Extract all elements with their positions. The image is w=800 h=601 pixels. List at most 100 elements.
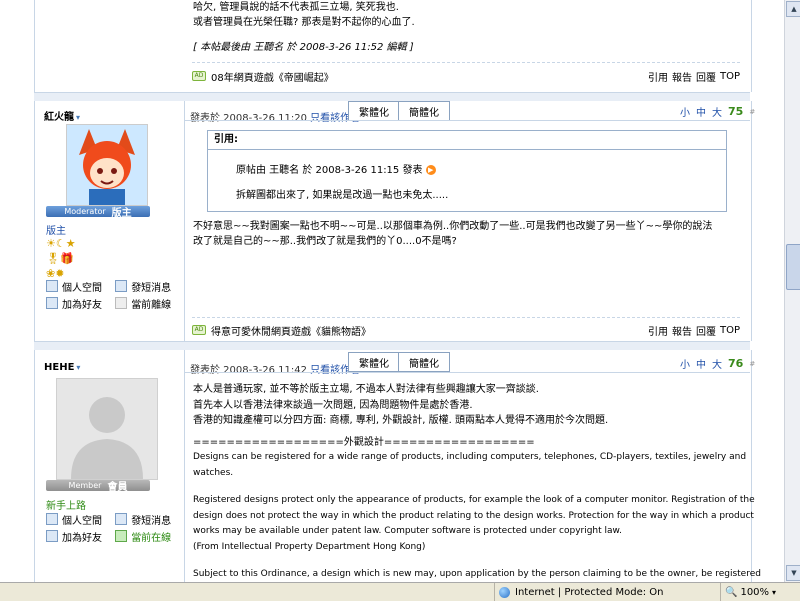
- body-line: 首先本人以香港法律來談過一次問題, 因為問題物件是處於香港.: [193, 399, 473, 411]
- post-signature[interactable]: AD 得意可愛休閒網頁遊戲《貓熊物語》: [192, 319, 371, 341]
- reply-button[interactable]: 回覆: [696, 323, 716, 338]
- floor-info: 小 中 大 75 #: [680, 104, 756, 119]
- pm-link[interactable]: 發短消息: [131, 283, 171, 294]
- font-large[interactable]: 大: [712, 104, 722, 119]
- status-bar: Internet | Protected Mode: On 🔍 100% ▾: [0, 582, 800, 601]
- post-meta: 發表於 2008-3-26 11:20 只看該作者: [190, 113, 361, 124]
- top-button[interactable]: TOP: [720, 325, 740, 336]
- user-links: 個人空間 發短消息 加為好友 當前在線: [46, 513, 171, 547]
- ad-icon: AD: [192, 71, 206, 81]
- add-friend-icon: [46, 530, 58, 542]
- avatar[interactable]: [56, 378, 158, 480]
- medal-icons: ☀☾★: [46, 237, 76, 250]
- font-small[interactable]: 小: [680, 104, 690, 119]
- medal-icons: ❀✹: [46, 267, 65, 280]
- online-status: 當前離線: [131, 300, 172, 311]
- tab-simplified[interactable]: 簡體化: [398, 352, 450, 372]
- home-icon: [46, 280, 58, 292]
- body-line: [193, 481, 743, 493]
- font-large[interactable]: 大: [712, 356, 722, 371]
- tab-traditional[interactable]: 繁體化: [348, 352, 400, 372]
- online-icon: [115, 530, 128, 542]
- body-line: Designs can be registered for a wide ran…: [193, 452, 747, 462]
- body-line: (From Intellectual Property Department H…: [193, 541, 426, 552]
- reply-button[interactable]: 回覆: [696, 69, 716, 84]
- body-line: works may be available under patent law.…: [193, 526, 622, 536]
- user-group[interactable]: 版主: [46, 222, 66, 237]
- add-friend-link[interactable]: 加為好友: [62, 533, 102, 544]
- home-icon: [46, 513, 58, 525]
- top-post-line: 哈欠, 管理員說的話不代表孤三立場, 笑死我也.: [193, 2, 399, 13]
- report-button[interactable]: 報告: [672, 69, 692, 84]
- globe-icon: [499, 586, 510, 598]
- post-actions: 引用 報告 回覆 TOP: [648, 319, 740, 341]
- add-friend-link[interactable]: 加為好友: [62, 300, 102, 311]
- chevron-down-icon[interactable]: ▾: [76, 113, 80, 122]
- message-icon: [115, 280, 128, 292]
- signature-link[interactable]: 得意可愛休閒網頁遊戲《貓熊物語》: [211, 323, 371, 338]
- body-line: watches.: [193, 467, 234, 478]
- chevron-down-icon[interactable]: ▾: [772, 588, 776, 597]
- security-zone[interactable]: Internet | Protected Mode: On: [494, 583, 709, 601]
- author-name[interactable]: HEHE ▾: [44, 362, 80, 373]
- ad-icon: AD: [192, 325, 206, 335]
- top-button[interactable]: TOP: [720, 71, 740, 82]
- quote-meta: 原帖由 王聽名 於 2008-3-26 11:15 發表 ▶: [236, 161, 436, 176]
- body-line: 不好意思~~我對圖案一點也不明~~可是..以那個車為例..你們改動了一些..可是…: [193, 221, 713, 232]
- avatar[interactable]: [66, 124, 148, 206]
- rank-badge: Member 會員: [46, 480, 150, 493]
- quote-label: 引用:: [208, 131, 726, 150]
- report-button[interactable]: 報告: [672, 323, 692, 338]
- medal-icons: 🎖🎁: [46, 252, 74, 265]
- chevron-down-icon[interactable]: ▾: [76, 363, 80, 372]
- browser-viewport: 哈欠, 管理員說的話不代表孤三立場, 笑死我也. 或者管理員在光榮任職? 那表是…: [0, 0, 784, 582]
- zoom-icon: 🔍: [725, 586, 738, 598]
- floor-info: 小 中 大 76 #: [680, 356, 756, 371]
- offline-icon: [115, 297, 128, 309]
- author-name[interactable]: 紅火龍 ▾: [44, 108, 80, 123]
- online-status: 當前在線: [131, 533, 172, 544]
- font-medium[interactable]: 中: [696, 104, 706, 119]
- scroll-thumb[interactable]: [786, 244, 800, 290]
- body-line: Registered designs protect only the appe…: [193, 495, 755, 505]
- quote-button[interactable]: 引用: [648, 69, 668, 84]
- post-body: 本人是普通玩家, 並不等於版主立場, 不過本人對法律有些興趣讓大家一齊談談. 首…: [193, 382, 761, 582]
- message-icon: [115, 513, 128, 525]
- profile-link[interactable]: 個人空間: [62, 283, 102, 294]
- signature-link[interactable]: 08年網頁遊戲《帝國崛起》: [211, 69, 334, 84]
- post-meta: 發表於 2008-3-26 11:42 只看該作者: [190, 365, 361, 376]
- quote-button[interactable]: 引用: [648, 323, 668, 338]
- rank-badge: Moderator 版主: [46, 206, 150, 219]
- edit-note: [ 本帖最後由 王聽名 於 2008-3-26 11:52 編輯 ]: [193, 42, 414, 53]
- top-post-line: 或者管理員在光榮任職? 那表是對不起你的心血了.: [193, 17, 415, 28]
- profile-link[interactable]: 個人空間: [62, 516, 102, 527]
- font-medium[interactable]: 中: [696, 356, 706, 371]
- scroll-down-icon[interactable]: ▼: [786, 565, 800, 581]
- user-links: 個人空間 發短消息 加為好友 當前離線: [46, 280, 171, 314]
- top-post-body: 哈欠, 管理員說的話不代表孤三立場, 笑死我也. 或者管理員在光榮任職? 那表是…: [193, 0, 415, 55]
- font-small[interactable]: 小: [680, 356, 690, 371]
- floor-number: 75: [728, 105, 744, 118]
- body-line: 香港的知識產權可以分四方面: 商標, 專利, 外觀設計, 版權. 頭兩點本人覺得…: [193, 415, 609, 426]
- body-line: [193, 555, 743, 567]
- add-friend-icon: [46, 297, 58, 309]
- quote-text: 拆解圖都出來了, 如果說是改過一點也未免太.....: [236, 190, 449, 201]
- body-line: 本人是普通玩家, 並不等於版主立場, 不過本人對法律有些興趣讓大家一齊談談.: [193, 384, 539, 395]
- scroll-up-icon[interactable]: ▲: [786, 1, 800, 17]
- medals: ☀☾★ 🎖🎁 ❀✹: [46, 236, 76, 281]
- status-empty: [0, 583, 494, 601]
- floor-number: 76: [728, 357, 744, 370]
- body-line: 改了就是自己的~~那..我們改了就是我們的丫0....0不是嗎?: [193, 236, 457, 247]
- post-body: 不好意思~~我對圖案一點也不明~~可是..以那個車為例..你們改動了一些..可是…: [193, 219, 712, 249]
- top-signature[interactable]: AD 08年網頁遊戲《帝國崛起》: [192, 65, 334, 87]
- vertical-scrollbar[interactable]: ▲ ▼: [784, 0, 800, 582]
- body-line: design does not protect the way in which…: [193, 510, 754, 521]
- body-line: ==================外觀設計==================: [193, 436, 535, 448]
- tab-simplified[interactable]: 簡體化: [398, 101, 450, 121]
- goto-arrow-icon[interactable]: ▶: [425, 165, 436, 175]
- body-line: Subject to this Ordinance, a design whic…: [193, 569, 761, 579]
- zoom-control[interactable]: 🔍 100% ▾: [720, 583, 800, 601]
- tab-traditional[interactable]: 繁體化: [348, 101, 400, 121]
- user-group[interactable]: 新手上路: [46, 497, 86, 512]
- pm-link[interactable]: 發短消息: [131, 516, 171, 527]
